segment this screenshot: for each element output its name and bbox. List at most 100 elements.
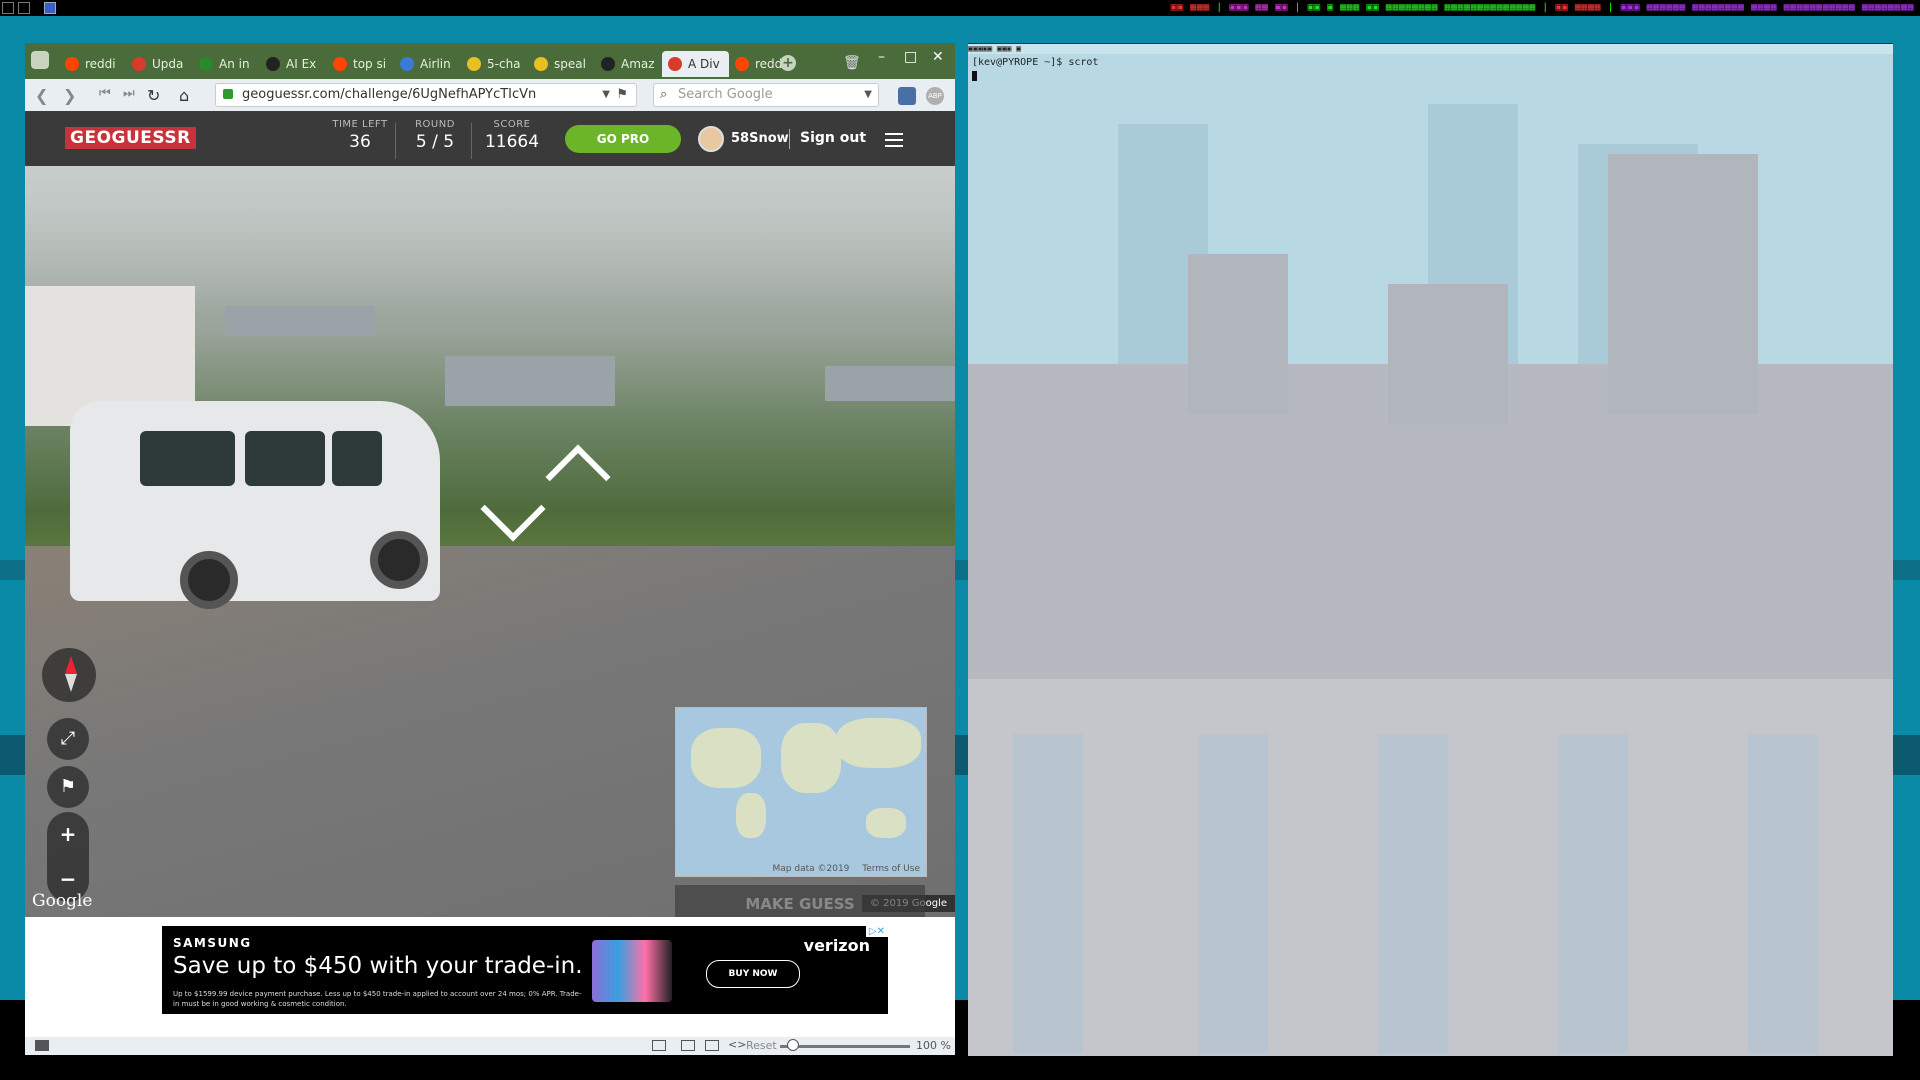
guess-map[interactable]: Map data ©2019 Terms of Use (675, 707, 927, 877)
divider (471, 123, 472, 159)
continent (836, 718, 921, 768)
forward-icon[interactable]: ❯ (63, 86, 76, 105)
shed-roof (825, 366, 955, 401)
round-value: 5 / 5 (415, 132, 455, 152)
top-panel: ▣▣ ▦▦▦ | ▣▣▣ ▦▦ ▣▣ | ▣▣ ▣ ▦▦▦ ▣▣ ▦▦▦▦▦▦▦… (0, 0, 1920, 16)
capture-icon[interactable] (652, 1040, 666, 1051)
zoom-reset[interactable]: Reset (746, 1039, 777, 1052)
flag-icon[interactable]: ⚑ (47, 766, 89, 808)
status-segment: ▣▣▣ ▦▦ ▣▣ (1229, 2, 1288, 13)
van-window (332, 431, 382, 486)
ad-area: SAMSUNG Save up to $450 with your trade-… (25, 917, 955, 1037)
tab-label: A Div (688, 57, 720, 71)
time-left-label: TIME LEFT (332, 119, 388, 130)
maximize-icon[interactable]: □ (904, 49, 917, 65)
tab[interactable]: Amaz (595, 51, 662, 77)
status-segment: ▣▣ ▦▦▦ (1170, 2, 1210, 13)
make-guess-button[interactable]: MAKE GUESS (675, 885, 925, 917)
tab-favicon-icon (601, 57, 615, 71)
workspace-3[interactable] (44, 2, 56, 14)
geoguessr-logo[interactable]: GEOGUESSR (65, 127, 196, 149)
tab[interactable]: AI Ex (260, 51, 327, 77)
zoom-slider[interactable] (780, 1045, 910, 1048)
tab[interactable]: speal (528, 51, 595, 77)
go-pro-button[interactable]: GO PRO (565, 125, 681, 153)
divider (395, 123, 396, 159)
url-dropdown-icon[interactable]: ▼ (602, 84, 610, 106)
avatar[interactable] (698, 126, 724, 152)
minimize-icon[interactable]: – (878, 49, 885, 65)
username[interactable]: 58Snow (731, 131, 789, 146)
browser-status-bar: <> Reset 100 % (25, 1037, 955, 1055)
hamburger-menu-icon[interactable] (885, 133, 903, 151)
move-forward-arrow-icon[interactable] (545, 444, 611, 510)
tab-label: Amaz (621, 57, 655, 71)
building (1388, 284, 1508, 424)
search-engine-dropdown-icon[interactable]: ▼ (864, 84, 872, 106)
ad-carrier: verizon (803, 936, 870, 955)
time-left-value: 36 (349, 132, 371, 152)
url-text: geoguessr.com/challenge/6UgNefhAPYcTIcVn (242, 87, 537, 102)
tab[interactable]: top si (327, 51, 394, 77)
ad-fine-print: Up to $1599.99 device payment purchase. … (173, 990, 582, 1008)
geoguessr-header: GEOGUESSR TIME LEFT 36 ROUND 5 / 5 SCORE… (25, 111, 955, 166)
extension-icon[interactable] (898, 87, 916, 105)
adblock-icon[interactable]: ABP (926, 87, 944, 105)
page-actions-icon[interactable]: <> (728, 1038, 746, 1051)
buy-now-button[interactable]: BUY NOW (706, 960, 800, 988)
tab[interactable]: An in (193, 51, 260, 77)
panel-toggle-icon[interactable] (35, 1040, 49, 1051)
bookmark-icon[interactable]: ⚑ (616, 84, 628, 106)
fastforward-icon[interactable]: ⏭ (123, 86, 135, 101)
tab[interactable]: Upda (126, 51, 193, 77)
url-field[interactable]: geoguessr.com/challenge/6UgNefhAPYcTIcVn… (215, 83, 637, 107)
score-label: SCORE (493, 119, 531, 130)
zoom-slider-handle[interactable] (787, 1039, 799, 1051)
continent (866, 808, 906, 838)
van (70, 401, 440, 609)
workspace-2[interactable] (18, 2, 30, 14)
vivaldi-menu-icon[interactable] (31, 51, 49, 69)
search-input[interactable]: ⌕ Search Google ▼ (653, 83, 879, 107)
status-segment: ▣▣ ▦▦▦▦ (1555, 2, 1601, 13)
new-tab-icon[interactable]: + (780, 55, 796, 71)
tab-favicon-icon (65, 57, 79, 71)
tiling-icon[interactable] (681, 1040, 695, 1051)
fullscreen-icon[interactable]: ⤢ (47, 718, 89, 760)
terminal-title-bar: ▣▣▣▣▣ ▣▣▣ ▣ (968, 44, 1893, 54)
image-icon[interactable] (705, 1040, 719, 1051)
compass-icon[interactable] (42, 648, 96, 702)
tab[interactable]: A Div (662, 51, 729, 77)
tab-label: 5-cha (487, 57, 521, 71)
van-window (245, 431, 325, 486)
terms-link[interactable]: Terms of Use (862, 864, 920, 874)
tab[interactable]: Airlin (394, 51, 461, 77)
tab-label: Upda (152, 57, 184, 71)
phones-image (592, 940, 672, 1002)
tab-favicon-icon (400, 57, 414, 71)
close-icon[interactable]: ✕ (932, 49, 944, 65)
reload-icon[interactable]: ↻ (147, 86, 160, 105)
tab[interactable]: 5-cha (461, 51, 528, 77)
tab-favicon-icon (132, 57, 146, 71)
browser-window: reddi Upda An in AI Ex top si Airlin 5-cha spea… (25, 43, 955, 1055)
tab[interactable]: reddi (59, 51, 126, 77)
back-icon[interactable]: ❮ (35, 86, 48, 105)
street-view-panorama[interactable]: ⤢ ⚑ + − Google © 2019 Google Map data ©2… (25, 166, 955, 917)
rewind-icon[interactable]: ⏮ (99, 86, 111, 101)
terminal-window[interactable]: ▣▣▣▣▣ ▣▣▣ ▣ [kev@PYROPE ~]$ scrot (968, 43, 1893, 1056)
advertisement[interactable]: SAMSUNG Save up to $450 with your trade-… (162, 926, 888, 1014)
ad-brand: SAMSUNG (173, 936, 252, 950)
tab-label: top si (353, 57, 387, 71)
tab-label: An in (219, 57, 250, 71)
score: SCORE 11664 (477, 119, 547, 152)
adchoices-icon[interactable]: ▷✕ (865, 926, 888, 937)
workspace-1[interactable] (2, 2, 14, 14)
zoom-in-icon[interactable]: + (47, 812, 89, 857)
trash-icon[interactable]: 🗑 (843, 55, 861, 71)
building (1608, 154, 1758, 414)
tab-label: AI Ex (286, 57, 317, 71)
sign-out-link[interactable]: Sign out (800, 130, 866, 146)
move-back-arrow-icon[interactable] (480, 476, 546, 542)
home-icon[interactable]: ⌂ (179, 86, 189, 105)
